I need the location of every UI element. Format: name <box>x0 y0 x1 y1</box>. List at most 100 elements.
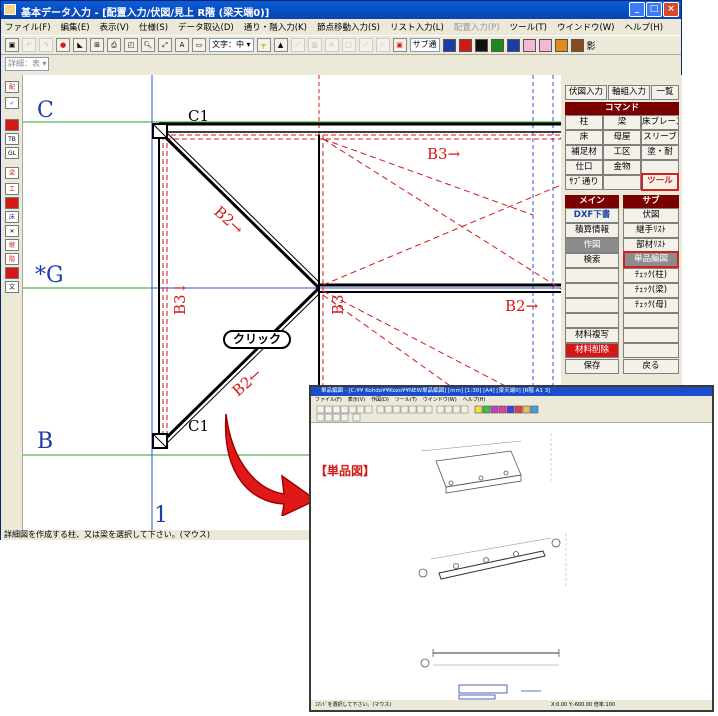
detail-select[interactable]: 詳細：表 ▾ <box>5 57 49 71</box>
redo-icon[interactable]: ↷ <box>39 38 53 52</box>
menu-help[interactable]: ヘルプ(H) <box>624 21 663 33</box>
menu-window[interactable]: ウインドウ(W) <box>557 21 615 33</box>
color-green-swatch[interactable] <box>490 38 504 52</box>
material-copy-button[interactable]: 材料複写 <box>565 328 619 343</box>
hatch-icon[interactable]: ▥ <box>307 38 322 52</box>
cmd-tool-button[interactable]: ツール <box>641 173 679 191</box>
single-part-drawing-button[interactable]: 単品編図 <box>623 251 679 268</box>
member-icon[interactable] <box>5 119 19 131</box>
gl-icon[interactable]: GL <box>5 147 19 159</box>
check-purlin-button[interactable]: ﾁｪｯｸ(母) <box>623 298 679 313</box>
joint-icon[interactable]: 継 <box>5 239 19 251</box>
inset-menu-help[interactable]: ヘルプ(H) <box>463 396 486 404</box>
cmd-sleeve-button[interactable]: スリーブ <box>641 130 679 145</box>
undo-icon[interactable]: ↶ <box>22 38 36 52</box>
cmd-paint-button[interactable]: 塗・耐 <box>641 145 679 160</box>
work-icon[interactable]: 工 <box>5 183 19 195</box>
inset-menu-view[interactable]: 表示(V) <box>348 396 365 404</box>
mark-icon[interactable]: ✓ <box>5 97 19 109</box>
main-empty-1[interactable] <box>565 268 619 283</box>
fit-icon[interactable]: ⤢ <box>158 38 172 52</box>
cmd-aux-button[interactable]: 補足材 <box>565 145 603 160</box>
menu-data-import[interactable]: データ取込(D) <box>178 21 234 33</box>
color-navy-swatch[interactable] <box>506 38 520 52</box>
menu-view[interactable]: 表示(V) <box>100 21 129 33</box>
stop-icon[interactable]: ● <box>56 38 70 52</box>
ttb-icon[interactable]: TB <box>5 133 19 145</box>
cross-brace-icon[interactable]: ✕ <box>5 225 19 237</box>
cmd-floor-button[interactable]: 床 <box>565 130 603 145</box>
joint-list-button[interactable]: 継手ﾘｽﾄ <box>623 223 679 238</box>
color-orange-swatch[interactable] <box>554 38 568 52</box>
menu-file[interactable]: ファイル(F) <box>5 21 51 33</box>
estimate-info-button[interactable]: 積算情報 <box>565 223 619 238</box>
material-delete-button[interactable]: 材料削除 <box>565 343 619 358</box>
xbrace-icon[interactable]: ⤫ <box>375 38 390 52</box>
shadow-label[interactable]: 影 <box>587 39 596 52</box>
color-pink-swatch[interactable] <box>522 38 536 52</box>
menu-grid-floor[interactable]: 通り・階入力(K) <box>244 21 307 33</box>
rect-icon[interactable]: □ <box>341 38 356 52</box>
diag-icon[interactable]: ⟋ <box>358 38 373 52</box>
column-icon[interactable] <box>5 197 19 209</box>
frame-icon[interactable]: ╤ <box>256 38 271 52</box>
menu-node-move[interactable]: 節点移動入力(S) <box>317 21 380 33</box>
cross-icon[interactable]: ✕ <box>324 38 339 52</box>
search-button[interactable]: 検索 <box>565 253 619 268</box>
cmd-zone-button[interactable]: 工区 <box>603 145 641 160</box>
grid-view-icon[interactable]: ⊞ <box>90 38 104 52</box>
menu-placement[interactable]: 配置入力(P) <box>454 21 500 33</box>
cmd-column-button[interactable]: 柱 <box>565 115 603 130</box>
zoom-icon[interactable]: 🔍︎ <box>141 38 155 52</box>
red-frame-icon[interactable]: ▣ <box>392 38 407 52</box>
text-size-select[interactable]: 文字：中 ▾ <box>209 38 254 52</box>
check-column-button[interactable]: ﾁｪｯｸ(柱) <box>623 268 679 283</box>
menu-edit[interactable]: 編集(E) <box>61 21 90 33</box>
color-pink2-swatch[interactable] <box>538 38 552 52</box>
sub-empty-3[interactable] <box>623 343 679 358</box>
color-red-swatch[interactable] <box>458 38 472 52</box>
save-icon[interactable]: ▣ <box>5 38 19 52</box>
pick-icon[interactable]: ◣ <box>73 38 87 52</box>
cmd-hardware-button[interactable]: 金物 <box>603 160 641 175</box>
sub-empty-2[interactable] <box>623 328 679 343</box>
frame-input-button[interactable]: 軸組入力 <box>608 85 650 100</box>
print-icon[interactable]: ⎙ <box>107 38 121 52</box>
check-beam-button[interactable]: ﾁｪｯｸ(梁) <box>623 283 679 298</box>
close-button[interactable]: × <box>663 2 679 17</box>
line-icon[interactable]: ／ <box>290 38 305 52</box>
back-button[interactable]: 戻る <box>623 359 679 374</box>
monitor-icon[interactable]: ▭ <box>192 38 206 52</box>
beam-icon[interactable]: 梁 <box>5 167 19 179</box>
cmd-beam-button[interactable]: 梁 <box>603 115 641 130</box>
cmd-purlin-button[interactable]: 母屋 <box>603 130 641 145</box>
inset-menu-tools[interactable]: ツール(T) <box>395 396 417 404</box>
menu-list-input[interactable]: リスト入力(L) <box>390 21 444 33</box>
sheet-icon[interactable] <box>5 267 19 279</box>
cmd-connection-button[interactable]: 仕口 <box>565 160 603 175</box>
color-blue-swatch[interactable] <box>442 38 456 52</box>
sub-grid-toggle[interactable]: サブ通 <box>409 38 440 52</box>
maximize-button[interactable]: □ <box>646 2 662 17</box>
main-empty-2[interactable] <box>565 283 619 298</box>
cmd-floor-brace-button[interactable]: 床ブレース <box>641 115 679 130</box>
text-icon[interactable]: A <box>175 38 189 52</box>
minimize-button[interactable]: _ <box>629 2 645 17</box>
text-tool-icon[interactable]: 文 <box>5 281 19 293</box>
floor-icon[interactable]: 床 <box>5 211 19 223</box>
list-button[interactable]: 一覧 <box>651 85 679 100</box>
main-empty-3[interactable] <box>565 298 619 313</box>
zoom-window-icon[interactable]: ◰ <box>124 38 138 52</box>
inset-menu-window[interactable]: ウインドウ(W) <box>423 396 457 404</box>
stair-icon[interactable]: 階 <box>5 253 19 265</box>
inset-menu-draw[interactable]: 作図(D) <box>371 396 389 404</box>
cmd-empty2-button[interactable] <box>603 175 641 190</box>
drawing-button[interactable]: 作図 <box>565 238 619 253</box>
arrange-icon[interactable]: 配 <box>5 81 19 93</box>
color-black-swatch[interactable] <box>474 38 488 52</box>
dxf-draft-button[interactable]: DXF下書 <box>565 208 619 223</box>
menu-spec[interactable]: 仕様(S) <box>139 21 168 33</box>
layer-icon[interactable]: ▲ <box>273 38 288 52</box>
cmd-sub-grid-button[interactable]: ｻﾌﾞ通り <box>565 175 603 190</box>
plan-input-button[interactable]: 伏図入力 <box>565 85 607 100</box>
